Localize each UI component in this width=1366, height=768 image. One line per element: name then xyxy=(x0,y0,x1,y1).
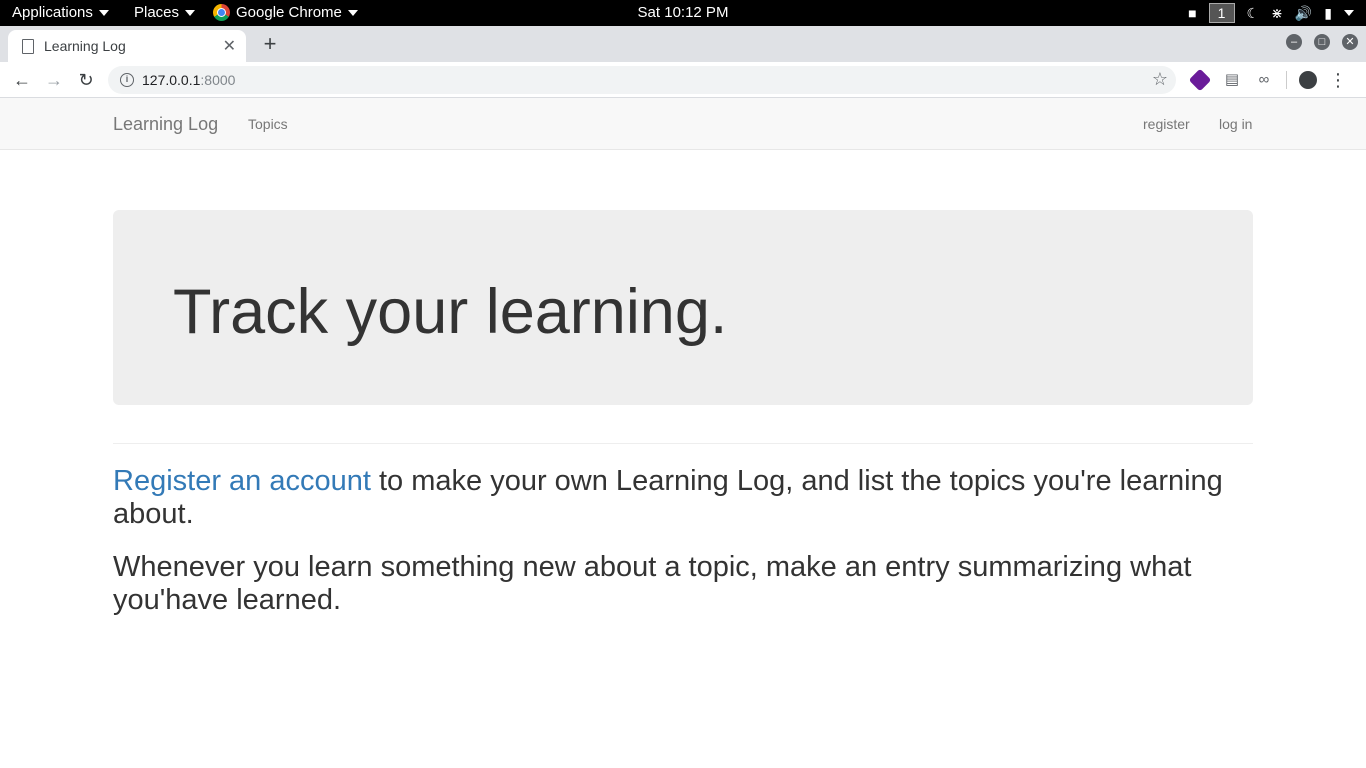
jumbotron: Track your learning. xyxy=(113,210,1253,405)
new-tab-button[interactable]: + xyxy=(258,30,282,58)
camera-icon[interactable]: ■ xyxy=(1188,3,1196,23)
page-divider xyxy=(113,443,1253,444)
minimize-icon[interactable]: – xyxy=(1286,34,1302,50)
browser-toolbar: ← → ↻ i 127.0.0.1:8000 ☆ ▤ ∞ ⋮ xyxy=(0,62,1366,98)
battery-icon: ▮ xyxy=(1324,5,1332,21)
chrome-menu-icon[interactable]: ⋮ xyxy=(1329,70,1347,91)
register-link[interactable]: register xyxy=(1143,116,1190,132)
volume-icon: 🔊 xyxy=(1294,5,1313,21)
night-light-icon: ☾ xyxy=(1246,5,1260,21)
forward-arrow-icon[interactable]: → xyxy=(42,68,66,92)
tab-strip: Learning Log ✕ + – □ ✕ xyxy=(0,26,1366,62)
topics-link[interactable]: Topics xyxy=(248,116,288,132)
clock-container: Sat 10:12 PM xyxy=(0,4,1366,21)
infinity-extension-icon[interactable]: ∞ xyxy=(1254,70,1274,90)
back-arrow-icon[interactable]: ← xyxy=(10,68,34,92)
close-tab-icon[interactable]: ✕ xyxy=(223,36,236,56)
reader-extension-icon[interactable]: ▤ xyxy=(1222,70,1242,90)
system-menu-chevron-icon[interactable] xyxy=(1344,10,1354,16)
address-bar[interactable]: i 127.0.0.1:8000 ☆ xyxy=(108,66,1176,94)
system-tray: ■ 1 ☾ ⋇ 🔊 ▮ xyxy=(1188,3,1354,23)
close-window-icon[interactable]: ✕ xyxy=(1342,34,1358,50)
page-icon xyxy=(22,38,34,54)
wifi-icon: ⋇ xyxy=(1271,5,1283,21)
bookmark-star-icon[interactable]: ☆ xyxy=(1152,69,1168,90)
system-top-bar: Applications Places Google Chrome Sat 10… xyxy=(0,0,1366,26)
clock[interactable]: Sat 10:12 PM xyxy=(638,4,729,21)
extensions-area: ▤ ∞ ⋮ xyxy=(1188,68,1347,92)
site-navbar: Learning Log Topics register log in xyxy=(0,98,1366,150)
profile-avatar-icon[interactable] xyxy=(1299,71,1317,89)
jumbotron-heading: Track your learning. xyxy=(173,277,728,347)
reload-icon[interactable]: ↻ xyxy=(74,68,98,92)
url-port: :8000 xyxy=(200,72,236,88)
window-controls: – □ ✕ xyxy=(1286,34,1358,50)
register-account-link[interactable]: Register an account xyxy=(113,465,371,497)
extension-cube-icon[interactable] xyxy=(1188,68,1212,92)
intro-paragraph: Register an account to make your own Lea… xyxy=(113,465,1253,531)
site-info-icon[interactable]: i xyxy=(120,73,134,87)
entry-paragraph: Whenever you learn something new about a… xyxy=(113,551,1192,616)
tab-title: Learning Log xyxy=(44,38,126,54)
maximize-icon[interactable]: □ xyxy=(1314,34,1330,50)
toolbar-divider xyxy=(1286,71,1287,89)
brand-link[interactable]: Learning Log xyxy=(113,114,218,135)
workspace-indicator[interactable]: 1 xyxy=(1208,3,1235,23)
browser-tab[interactable]: Learning Log ✕ xyxy=(8,30,246,62)
login-link[interactable]: log in xyxy=(1219,116,1252,132)
url-host: 127.0.0.1 xyxy=(142,72,201,88)
